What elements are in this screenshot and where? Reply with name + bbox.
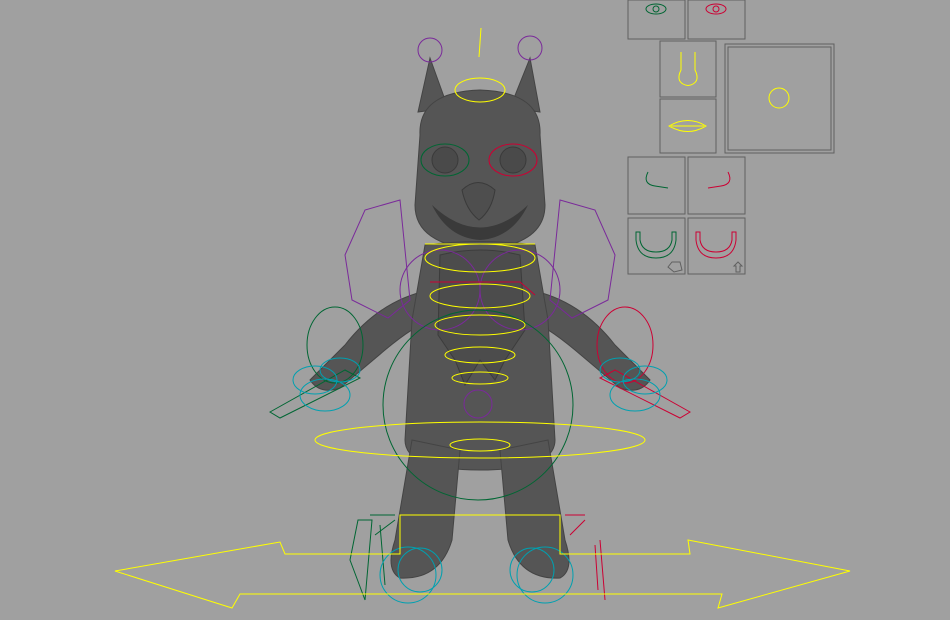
lip-curl-right-icon[interactable] bbox=[635, 231, 677, 259]
head[interactable] bbox=[414, 89, 546, 251]
right-leg-ctrl[interactable] bbox=[379, 524, 386, 586]
right-eye-socket bbox=[499, 146, 527, 174]
face-cell-lip-curl-right[interactable] bbox=[627, 217, 686, 275]
right-leg[interactable] bbox=[499, 439, 570, 579]
lip-curl-left-icon[interactable] bbox=[695, 231, 737, 259]
head-top-ctrl[interactable] bbox=[478, 27, 482, 58]
face-cell-nose[interactable] bbox=[659, 40, 717, 98]
right-foot-ik[interactable] bbox=[349, 519, 373, 601]
lip-curl-left-knob[interactable] bbox=[732, 261, 744, 273]
mouth-corner-right-icon[interactable] bbox=[645, 171, 669, 189]
eye-right-pupil bbox=[652, 5, 660, 13]
left-eye-socket bbox=[431, 146, 459, 174]
3d-viewport[interactable] bbox=[0, 0, 950, 620]
mouth-corner-left-icon[interactable] bbox=[707, 171, 731, 189]
left-foot-ik[interactable] bbox=[594, 539, 606, 601]
face-cell-mouth-corner-left[interactable] bbox=[687, 156, 746, 215]
jaw-slider-icon[interactable] bbox=[768, 87, 790, 109]
face-panel[interactable] bbox=[627, 0, 835, 275]
face-cell-jaw[interactable] bbox=[724, 43, 835, 154]
mouth-icon[interactable] bbox=[668, 120, 707, 132]
lip-curl-right-knob[interactable] bbox=[667, 261, 683, 273]
left-toes[interactable] bbox=[565, 514, 586, 536]
nose-icon[interactable] bbox=[678, 52, 698, 86]
right-toes[interactable] bbox=[370, 514, 396, 536]
viewport-canvas[interactable] bbox=[0, 0, 950, 620]
eye-left-pupil bbox=[712, 5, 720, 13]
face-cell-jaw-inner bbox=[727, 46, 832, 151]
world-ctrl[interactable] bbox=[114, 514, 851, 609]
ear-control-right[interactable] bbox=[517, 35, 543, 61]
face-cell-mouth-corner-right[interactable] bbox=[627, 156, 686, 215]
